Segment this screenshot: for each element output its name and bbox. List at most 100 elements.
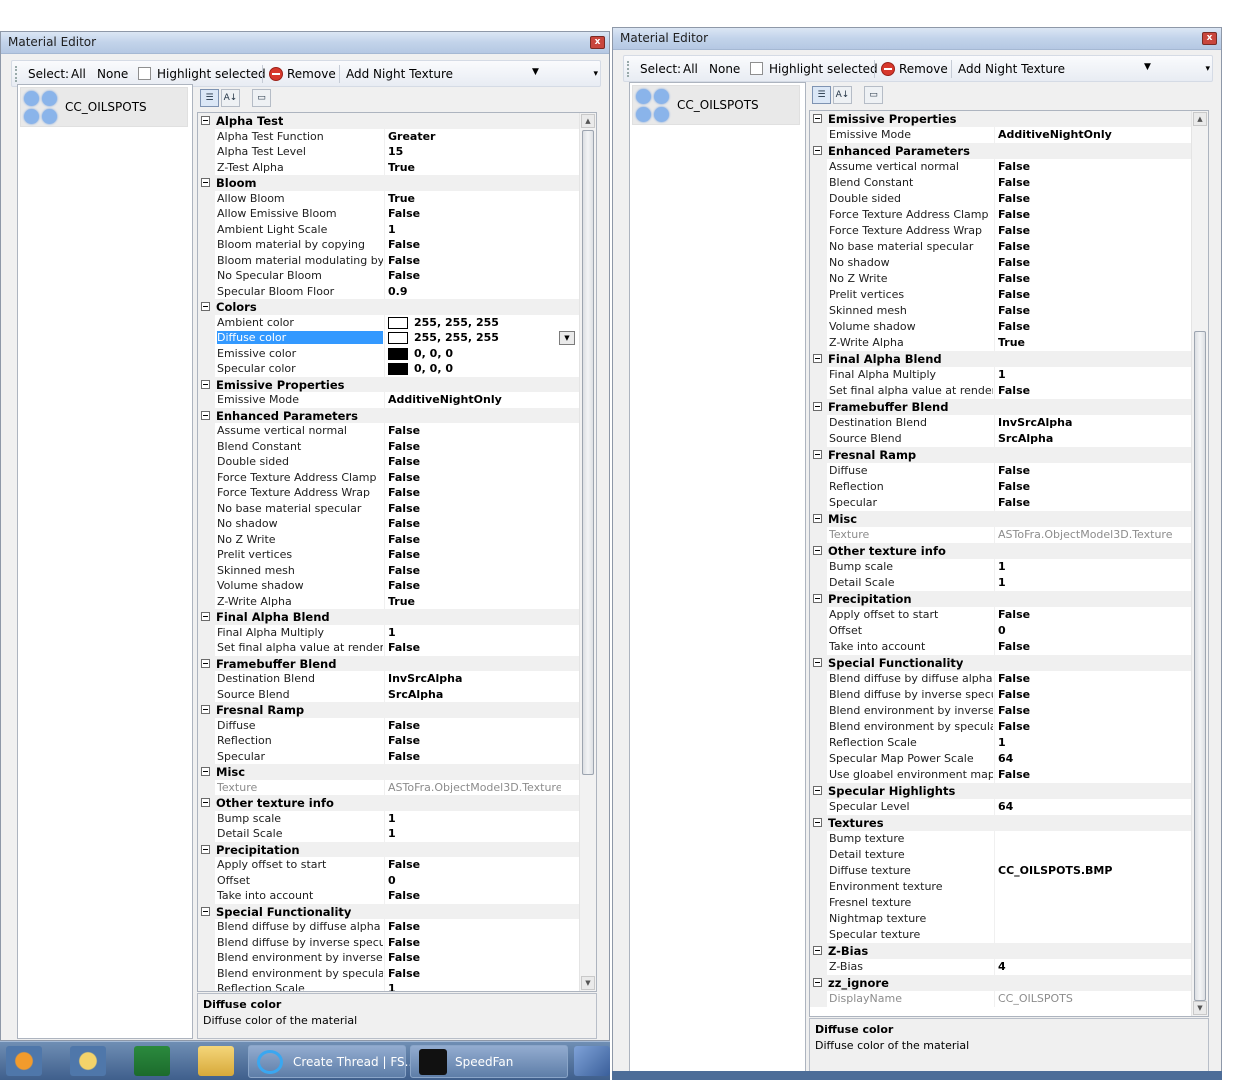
property-row-no-shadow[interactable]: No shadow False [810,255,1191,271]
column-divider[interactable] [384,888,385,904]
property-row-final-alpha-multiply[interactable]: Final Alpha Multiply 1 [810,367,1191,383]
property-row-diffuse[interactable]: Diffuse False [810,463,1191,479]
property-value[interactable]: 1 [388,626,561,639]
property-row-double-sided[interactable]: Double sided False [810,191,1191,207]
column-divider[interactable] [994,799,995,815]
property-value[interactable]: False [388,238,561,251]
property-row-ambient-light-scale[interactable]: Ambient Light Scale 1 [198,221,579,238]
property-value[interactable]: False [998,320,1173,333]
collapse-icon[interactable] [201,705,210,714]
folder-icon[interactable] [198,1046,234,1076]
column-divider[interactable] [384,438,385,455]
property-row-bump-scale[interactable]: Bump scale 1 [810,559,1191,575]
toolbar-overflow-icon[interactable]: ▾ [1205,64,1210,74]
category-precipitation[interactable]: Precipitation [198,841,579,857]
outlook-icon[interactable] [70,1046,106,1076]
material-list[interactable]: CC_OILSPOTS [17,84,193,1039]
highlight-selected-label[interactable]: Highlight selected [157,67,266,81]
column-divider[interactable] [384,981,385,991]
column-divider[interactable] [384,671,385,687]
collapse-icon[interactable] [813,978,822,987]
property-grid[interactable]: Emissive Properties Emissive Mode Additive… [809,110,1209,1017]
property-value[interactable]: False [998,704,1173,717]
column-divider[interactable] [994,127,995,143]
property-row-bloom-material-by-copying[interactable]: Bloom material by copying False [198,237,579,253]
property-row-set-final-alpha-value-at-render-time[interactable]: Set final alpha value at render time Fals… [198,640,579,656]
property-row-diffuse-texture[interactable]: Diffuse texture CC_OILSPOTS.BMP [810,863,1191,879]
property-row-take-into-account[interactable]: Take into account False [198,888,579,904]
property-value[interactable]: False [998,304,1173,317]
property-value[interactable]: Greater [388,130,561,143]
property-value[interactable]: False [998,256,1173,269]
property-value[interactable]: 1 [388,982,561,991]
category-other-texture-info[interactable]: Other texture info [810,543,1191,559]
column-divider[interactable] [384,392,385,408]
property-value[interactable]: False [388,641,561,654]
property-value[interactable]: 0 [388,874,561,887]
property-row-detail-scale[interactable]: Detail Scale 1 [198,826,579,842]
category-bloom[interactable]: Bloom [198,175,579,191]
property-row-assume-vertical-normal[interactable]: Assume vertical normal False [198,423,579,439]
property-value[interactable]: 4 [998,960,1173,973]
remove-icon[interactable] [881,62,895,76]
vertical-scrollbar[interactable]: ▲ ▼ [1191,111,1208,1016]
property-row-skinned-mesh[interactable]: Skinned mesh False [810,303,1191,319]
property-value[interactable]: 1 [388,827,561,840]
property-value[interactable]: 1 [998,368,1173,381]
taskbar-task-browser[interactable]: Create Thread | FS... [248,1045,416,1078]
property-row-detail-texture[interactable]: Detail texture [810,847,1191,863]
category-enhanced-parameters[interactable]: Enhanced Parameters [198,407,579,423]
category-misc[interactable]: Misc [810,511,1191,527]
property-row-source-blend[interactable]: Source Blend SrcAlpha [810,431,1191,447]
category-special-functionality[interactable]: Special Functionality [810,655,1191,671]
column-divider[interactable] [994,863,995,879]
select-none-button[interactable]: None [709,62,740,76]
select-none-button[interactable]: None [97,67,128,81]
property-row-blend-environment-by-inverse-diffus[interactable]: Blend environment by inverse diffus False [198,950,579,966]
property-row-bump-scale[interactable]: Bump scale 1 [198,810,579,827]
property-row-force-texture-address-clamp[interactable]: Force Texture Address Clamp False [198,469,579,486]
column-divider[interactable] [384,686,385,703]
collapse-icon[interactable] [201,906,210,916]
property-value[interactable]: False [388,424,561,437]
property-row-z-write-alpha[interactable]: Z-Write Alpha True [198,593,579,610]
column-divider[interactable] [384,283,385,300]
property-value[interactable]: False [388,750,561,763]
property-value[interactable]: False [998,384,1173,397]
column-divider[interactable] [384,221,385,238]
toolbar-overflow-icon[interactable]: ▾ [593,69,598,79]
category-alpha-test[interactable]: Alpha Test [198,113,579,129]
property-value[interactable]: False [998,272,1173,285]
scrollbar-thumb[interactable] [1194,331,1206,1001]
category-emissive-properties[interactable]: Emissive Properties [810,111,1191,127]
column-divider[interactable] [384,268,385,284]
property-value[interactable]: False [388,564,561,577]
column-divider[interactable] [994,159,995,175]
title-bar[interactable]: Material Editor x [1,32,609,54]
column-divider[interactable] [994,991,995,1007]
property-value[interactable]: 0 [998,624,1173,637]
property-value[interactable]: AdditiveNightOnly [998,128,1173,141]
property-row-z-test-alpha[interactable]: Z-Test Alpha True [198,159,579,176]
collapse-icon[interactable] [813,514,822,523]
property-value[interactable]: False [388,719,561,732]
property-row-alpha-test-level[interactable]: Alpha Test Level 15 [198,144,579,160]
property-value[interactable]: False [998,768,1173,781]
column-divider[interactable] [994,831,995,847]
property-value[interactable]: False [388,951,561,964]
collapse-icon[interactable] [201,612,210,621]
column-divider[interactable] [994,575,995,591]
collapse-icon[interactable] [813,402,822,411]
categorized-icon[interactable]: ☰ [200,89,219,107]
property-row-blend-diffuse-by-inverse-specular-al[interactable]: Blend diffuse by inverse specular al Fals… [810,687,1191,703]
property-value[interactable]: CC_OILSPOTS.BMP [998,864,1173,877]
property-row-bump-texture[interactable]: Bump texture [810,831,1191,847]
category-framebuffer-blend[interactable]: Framebuffer Blend [198,655,579,671]
property-value[interactable]: 255, 255, 255 [414,331,561,344]
column-divider[interactable] [384,144,385,160]
property-row-force-texture-address-clamp[interactable]: Force Texture Address Clamp False [810,207,1191,223]
property-value[interactable]: False [998,224,1173,237]
property-value[interactable]: False [998,464,1173,477]
category-final-alpha-blend[interactable]: Final Alpha Blend [810,351,1191,367]
category-framebuffer-blend[interactable]: Framebuffer Blend [810,399,1191,415]
